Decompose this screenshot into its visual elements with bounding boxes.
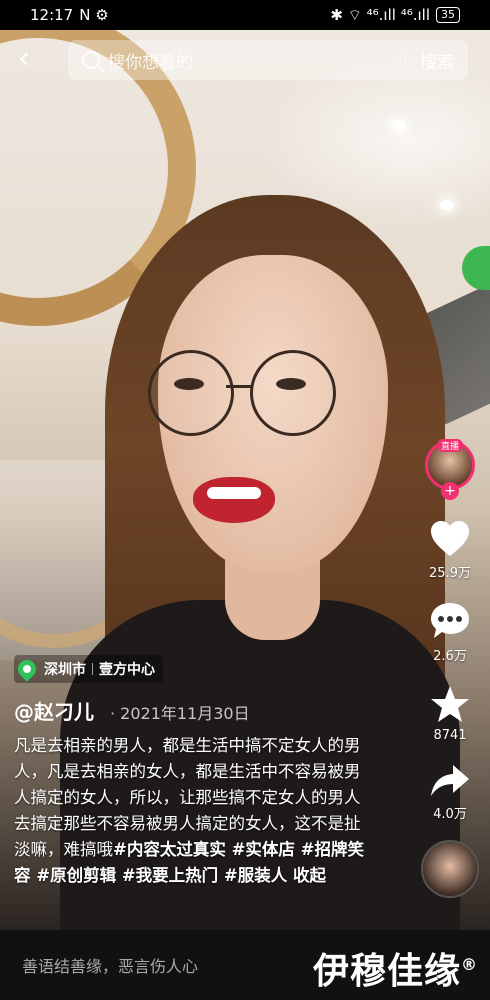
heart-icon xyxy=(431,521,469,556)
eye-left xyxy=(174,378,204,390)
favorite-count: 8741 xyxy=(433,728,467,743)
author-name[interactable]: @赵刁儿 xyxy=(14,696,94,725)
location-place: 壹方中心 xyxy=(99,662,155,678)
comment-input[interactable]: 善语结善缘，恶言伤人心 xyxy=(22,953,198,977)
ceiling-light xyxy=(392,120,406,130)
search-button[interactable]: 搜索 xyxy=(420,48,454,73)
bottom-bar: 善语结善缘，恶言伤人心 伊穆佳缘® xyxy=(0,930,490,1000)
live-badge: 直播 xyxy=(436,439,464,452)
clock: 12:17 xyxy=(30,6,74,24)
search-icon xyxy=(82,51,100,69)
comment-icon xyxy=(431,603,469,638)
glasses-lens-left xyxy=(148,350,234,436)
star-icon xyxy=(431,686,469,722)
registered-mark: ® xyxy=(461,955,478,974)
ceiling-light xyxy=(440,200,454,210)
location-divider xyxy=(92,663,93,675)
top-bar: ‹ 搜你想看的 搜索 xyxy=(0,30,490,90)
mouth xyxy=(193,477,275,523)
location-pin-icon xyxy=(14,656,40,682)
comment-button[interactable]: 2.6万 xyxy=(429,601,471,664)
follow-plus-icon[interactable]: + xyxy=(441,482,459,500)
location-tag[interactable]: 深圳市 壹方中心 xyxy=(14,655,163,683)
notification-icons: N ⚙ xyxy=(79,6,109,24)
post-description: 凡是去相亲的男人，都是生活中搞不定女人的男人，凡是去相亲的女人，都是生活中不容易… xyxy=(14,733,376,889)
eye-right xyxy=(276,378,306,390)
share-button[interactable]: 4.0万 xyxy=(429,763,471,822)
favorite-button[interactable]: 8741 xyxy=(429,684,471,743)
share-arrow-icon xyxy=(431,765,469,796)
watermark-text: 伊穆佳缘 xyxy=(312,951,461,992)
location-city: 深圳市 xyxy=(44,662,86,678)
status-bar: 12:17 N ⚙ ✱ ⌔ ⁴⁶.ıll ⁴⁶.ıll 35 xyxy=(0,0,490,30)
glasses-lens-right xyxy=(250,350,336,436)
comment-count: 2.6万 xyxy=(433,649,467,664)
back-chevron-icon[interactable]: ‹ xyxy=(18,42,30,76)
signal-icons: ✱ ⌔ ⁴⁶.ıll ⁴⁶.ıll xyxy=(330,5,430,24)
author-row: @赵刁儿 · 2021年11月30日 xyxy=(14,696,250,725)
watermark: 伊穆佳缘® xyxy=(313,942,478,994)
collapse-link[interactable]: 收起 xyxy=(293,866,326,885)
search-bar[interactable]: 搜你想看的 搜索 xyxy=(68,40,468,80)
action-rail: 直播 + 25.9万 2.6万 8741 4.0万 xyxy=(420,439,480,898)
search-input[interactable]: 搜你想看的 xyxy=(108,48,405,73)
teeth xyxy=(207,487,261,499)
glasses-bridge xyxy=(226,385,252,388)
music-avatar[interactable] xyxy=(421,840,479,898)
search-divider xyxy=(405,50,406,70)
post-date: · 2021年11月30日 xyxy=(110,704,250,723)
battery-icon: 35 xyxy=(436,7,460,23)
share-count: 4.0万 xyxy=(433,807,467,822)
like-button[interactable]: 25.9万 xyxy=(429,520,471,581)
like-count: 25.9万 xyxy=(429,566,471,581)
